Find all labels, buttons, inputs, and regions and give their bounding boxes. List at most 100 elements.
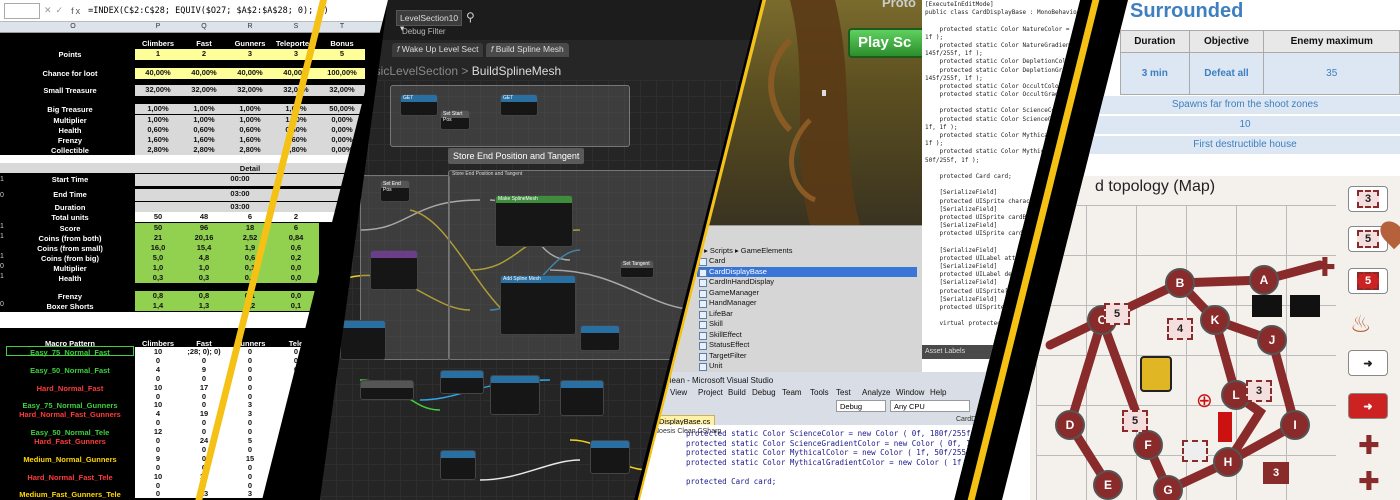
macro-cell[interactable]: 0 — [273, 364, 319, 374]
column-header[interactable]: Climbers — [135, 39, 181, 48]
vs-menu-item[interactable]: Debug — [752, 388, 776, 397]
set-node[interactable]: Set Tangent — [620, 260, 654, 278]
column-header[interactable]: Bonus — [319, 39, 365, 48]
macro-cell[interactable]: 9 — [135, 453, 181, 463]
time-value[interactable]: 00:00 — [135, 174, 345, 186]
param-cell[interactable]: 0,60% — [181, 125, 227, 135]
green-cell[interactable]: 0,8 — [181, 291, 227, 301]
row-number[interactable]: 0 — [0, 192, 5, 199]
green-cell[interactable]: 96 — [181, 223, 227, 233]
column-letter[interactable]: P — [135, 23, 181, 30]
green-cell[interactable]: 0,3 — [181, 273, 227, 283]
column-header[interactable]: Gunners — [227, 39, 273, 48]
tab-wake-up-level-section[interactable]: f Wake Up Level Sect — [392, 43, 484, 57]
get-node[interactable]: GET — [500, 94, 538, 116]
param-cell[interactable]: 1,00% — [227, 104, 273, 114]
search-icon[interactable]: ⚲ — [466, 10, 475, 24]
row-number[interactable]: 0 — [0, 301, 5, 308]
platform-dropdown[interactable]: Any CPU — [890, 400, 970, 412]
param-cell[interactable]: 1,00% — [181, 115, 227, 125]
debug-object-dropdown[interactable]: LevelSection10 ▾ — [396, 10, 462, 33]
macro-cell[interactable]: 0 — [273, 347, 319, 356]
green-cell[interactable]: 20,16 — [181, 233, 227, 243]
macro-cell[interactable]: 0 — [227, 418, 273, 428]
param-cell[interactable]: 2,80% — [135, 145, 181, 155]
set-node[interactable]: Set End Pos — [380, 180, 410, 202]
macro-cell[interactable]: 0 — [135, 355, 181, 365]
param-cell[interactable]: 1,00% — [135, 115, 181, 125]
macro-cell[interactable]: 3 — [227, 489, 273, 499]
function-node[interactable] — [340, 320, 386, 360]
macro-cell[interactable]: 0 — [273, 400, 319, 410]
macro-cell[interactable]: 0 — [273, 427, 319, 437]
function-node[interactable] — [490, 375, 540, 415]
total-cell[interactable]: 48 — [181, 212, 227, 222]
get-node[interactable]: GET — [400, 94, 438, 116]
param-cell[interactable]: 3 — [227, 49, 273, 60]
param-cell[interactable]: 40,00% — [135, 68, 181, 79]
macro-cell[interactable]: 0 — [135, 462, 181, 472]
function-node[interactable] — [440, 370, 484, 394]
green-cell[interactable]: 1,0 — [135, 263, 181, 273]
param-cell[interactable]: 40,00% — [227, 68, 273, 79]
column-letter[interactable]: O — [50, 23, 96, 30]
param-cell[interactable]: 50,00% — [319, 104, 365, 114]
green-cell[interactable]: 4,8 — [181, 253, 227, 263]
param-cell[interactable]: 40,00% — [273, 68, 319, 79]
macro-cell[interactable]: 10 — [135, 347, 181, 356]
green-cell[interactable]: 16,0 — [135, 243, 181, 253]
param-cell[interactable]: 40,00% — [181, 68, 227, 79]
function-node[interactable] — [440, 450, 476, 480]
macro-cell[interactable]: 10 — [135, 471, 181, 481]
vs-menu-item[interactable]: Project — [698, 388, 723, 397]
function-node[interactable] — [590, 440, 630, 474]
vs-menu-item[interactable]: Tools — [810, 388, 829, 397]
macro-cell[interactable]: 0 — [135, 373, 181, 383]
param-cell[interactable]: 0,00% — [319, 125, 365, 135]
macro-cell[interactable]: 4 — [135, 409, 181, 419]
project-file-item[interactable]: LifeBar — [697, 309, 917, 320]
param-cell[interactable]: 0,60% — [135, 125, 181, 135]
green-cell[interactable]: 1,9 — [227, 243, 273, 253]
macro-cell[interactable]: 10 — [135, 382, 181, 392]
green-cell[interactable]: 0,3 — [135, 273, 181, 283]
project-file-item[interactable]: StatusEffect — [697, 340, 917, 351]
macro-cell[interactable]: 0 — [135, 436, 181, 445]
project-file-item[interactable]: GameManager — [697, 288, 917, 299]
vs-menu-item[interactable]: Test — [836, 388, 851, 397]
macro-cell[interactable]: 0 — [135, 489, 181, 499]
project-file-item[interactable]: HandManager — [697, 298, 917, 309]
formula-input[interactable]: =INDEX(C$2:C$28; EQUIV($O27; $A$2:$A$28;… — [88, 6, 329, 16]
column-letter[interactable]: R — [227, 23, 273, 30]
param-cell[interactable]: 5 — [319, 49, 365, 60]
macro-cell[interactable]: 0 — [227, 391, 273, 401]
macro-cell[interactable]: 4 — [135, 364, 181, 374]
macro-cell[interactable]: 0 — [227, 471, 273, 481]
macro-cell[interactable]: 0 — [181, 444, 227, 454]
name-box[interactable] — [4, 2, 40, 19]
vs-menu-item[interactable]: Team — [782, 388, 802, 397]
green-cell[interactable]: 1,0 — [181, 263, 227, 273]
total-cell[interactable]: 2 — [273, 212, 319, 222]
selected-cell[interactable] — [6, 346, 134, 356]
tab-build-spline-mesh[interactable]: f Build Spline Mesh — [486, 43, 569, 57]
macro-cell[interactable]: 0 — [273, 489, 319, 499]
param-cell[interactable]: 0,60% — [273, 125, 319, 135]
macro-cell[interactable]: 3 — [227, 400, 273, 410]
green-cell[interactable]: 0,8 — [135, 291, 181, 301]
param-cell[interactable]: 32,00% — [319, 85, 365, 96]
macro-cell[interactable]: 0 — [273, 471, 319, 481]
param-cell[interactable]: 1,60% — [227, 135, 273, 145]
row-number[interactable]: 1 — [0, 223, 5, 230]
green-cell[interactable]: 1,4 — [135, 301, 181, 311]
macro-cell[interactable]: 24 — [181, 436, 227, 445]
param-cell[interactable]: 0,00% — [319, 145, 365, 155]
config-dropdown[interactable]: Debug — [836, 400, 886, 412]
fx-icon[interactable]: fx — [71, 6, 82, 16]
macro-cell[interactable]: 0 — [273, 355, 319, 365]
project-file-item[interactable]: Skill — [697, 319, 917, 330]
macro-cell[interactable]: 0 — [135, 418, 181, 428]
macro-cell[interactable]: 0 — [135, 480, 181, 490]
project-file-item[interactable]: TargetFilter — [697, 351, 917, 362]
green-cell[interactable]: 15,4 — [181, 243, 227, 253]
